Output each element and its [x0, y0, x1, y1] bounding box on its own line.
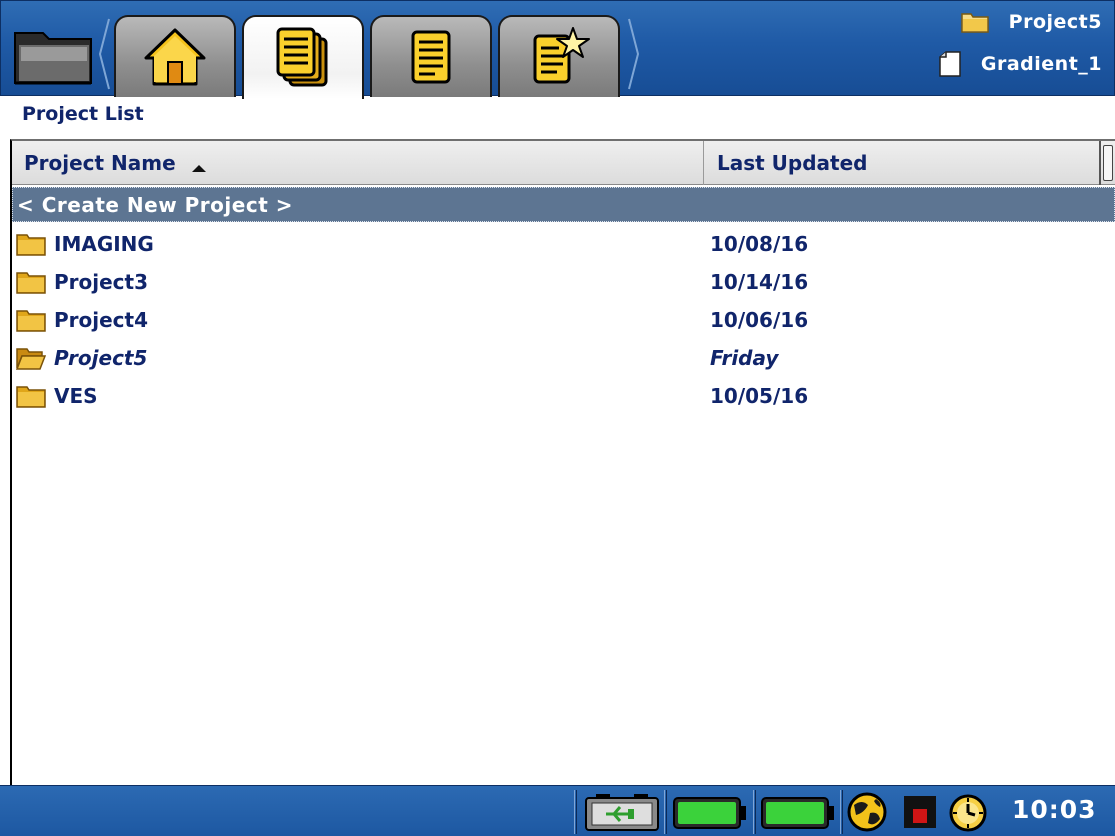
tab-home[interactable]: [114, 15, 236, 97]
page-title: Project List: [22, 103, 144, 125]
column-header-last-updated[interactable]: Last Updated: [705, 141, 1101, 185]
create-new-project-row[interactable]: < Create New Project >: [12, 187, 1115, 222]
project-table: Project Name Last Updated < Create New P…: [10, 139, 1115, 785]
folder-icon[interactable]: [9, 17, 97, 93]
power-plug-icon[interactable]: [584, 793, 660, 835]
file-icon: [939, 51, 961, 77]
last-updated-cell: 10/05/16: [710, 384, 809, 408]
project-name: VES: [54, 384, 98, 408]
battery-1-icon[interactable]: [672, 796, 748, 834]
tab-favorites[interactable]: [498, 15, 620, 97]
tabs-scroll-right-icon[interactable]: [627, 15, 641, 93]
top-toolbar: Project5 Gradient_1: [0, 0, 1115, 99]
folder-icon: [16, 234, 46, 256]
project-name: Project5: [54, 346, 148, 370]
column-header-project-name[interactable]: Project Name: [12, 141, 704, 185]
current-project[interactable]: Project5: [960, 11, 1102, 33]
network-globe-icon[interactable]: [846, 791, 888, 836]
table-header: Project Name Last Updated: [12, 141, 1115, 185]
battery-2-icon[interactable]: [760, 796, 836, 834]
table-row[interactable]: Project3 10/14/16: [12, 263, 1115, 301]
document-star-icon: [533, 27, 590, 84]
project-name: IMAGING: [54, 232, 154, 256]
project-name-cell: VES: [16, 384, 98, 408]
project-name: Project4: [54, 308, 149, 332]
column-resize-handle[interactable]: [1103, 145, 1113, 181]
clock-icon[interactable]: [948, 793, 988, 836]
status-separator: [840, 790, 843, 834]
status-bar: 10:03: [0, 785, 1115, 836]
table-row[interactable]: Project5 Friday: [12, 339, 1115, 377]
last-updated-cell: Friday: [710, 346, 779, 370]
tabs-scroll-left-icon[interactable]: [97, 15, 111, 93]
project-name-cell: IMAGING: [16, 232, 154, 256]
table-row[interactable]: IMAGING 10/08/16: [12, 225, 1115, 263]
last-updated-cell: 10/14/16: [710, 270, 809, 294]
project-name-cell: Project4: [16, 308, 148, 332]
folder-icon: [16, 272, 46, 294]
record-indicator-icon: [903, 795, 937, 833]
folder-icon: [16, 310, 46, 332]
status-separator: [574, 790, 577, 834]
document-icon: [411, 30, 451, 84]
current-file-name: Gradient_1: [980, 53, 1102, 75]
tab-projects[interactable]: [242, 15, 364, 99]
sort-ascending-icon: [191, 164, 206, 172]
home-icon: [144, 28, 206, 86]
tab-files[interactable]: [370, 15, 492, 97]
status-separator: [664, 790, 667, 834]
last-updated-cell: 10/06/16: [710, 308, 809, 332]
project-name-cell: Project3: [16, 270, 148, 294]
project-name-cell: Project5: [16, 346, 147, 370]
current-project-name: Project5: [1008, 11, 1102, 33]
current-file[interactable]: Gradient_1: [939, 51, 1102, 77]
status-separator: [753, 790, 756, 834]
project-stack-icon: [276, 27, 328, 87]
project-name: Project3: [54, 270, 149, 294]
open-folder-icon: [16, 348, 46, 370]
folder-icon: [960, 13, 989, 33]
folder-icon: [16, 386, 46, 408]
table-row[interactable]: Project4 10/06/16: [12, 301, 1115, 339]
last-updated-cell: 10/08/16: [710, 232, 809, 256]
table-row[interactable]: VES 10/05/16: [12, 377, 1115, 415]
current-context: Project5 Gradient_1: [892, 5, 1102, 91]
clock-time: 10:03: [1012, 795, 1097, 824]
